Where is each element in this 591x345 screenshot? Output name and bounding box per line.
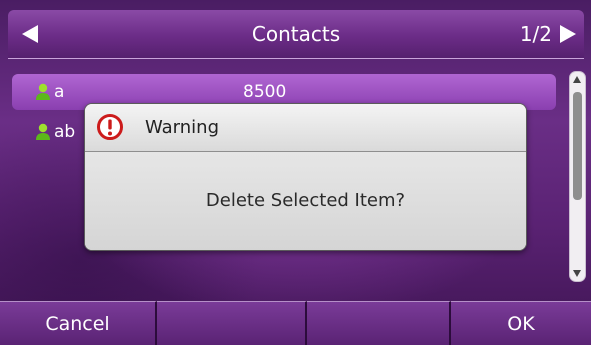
dialog-title: Warning	[145, 117, 220, 138]
scroll-thumb[interactable]	[573, 92, 582, 200]
person-icon	[36, 83, 50, 100]
softkey-bar: Cancel OK	[0, 301, 591, 345]
dialog-body: Delete Selected Item?	[85, 152, 526, 250]
cancel-button[interactable]: Cancel	[0, 301, 157, 345]
ok-button[interactable]: OK	[451, 301, 591, 345]
contact-name: a	[54, 82, 65, 102]
scroll-down-icon[interactable]	[573, 270, 581, 277]
page-indicator: 1/2	[519, 22, 552, 46]
softkey-2[interactable]	[157, 301, 307, 345]
title-bar: Contacts 1/2	[8, 10, 584, 59]
dialog-message: Delete Selected Item?	[205, 190, 406, 211]
scrollbar[interactable]	[569, 71, 586, 282]
softkey-3[interactable]	[307, 301, 451, 345]
dialog-header: Warning	[85, 104, 526, 152]
phone-screen: Contacts 1/2 a 8500 ab Cancel OK Warning…	[0, 0, 591, 345]
contact-name: ab	[54, 122, 76, 142]
person-icon	[36, 123, 50, 140]
page-title: Contacts	[251, 22, 341, 46]
next-arrow-icon[interactable]	[560, 25, 576, 43]
scroll-up-icon[interactable]	[573, 76, 581, 83]
warning-icon	[97, 114, 123, 140]
warning-dialog: Warning Delete Selected Item?	[84, 103, 527, 251]
